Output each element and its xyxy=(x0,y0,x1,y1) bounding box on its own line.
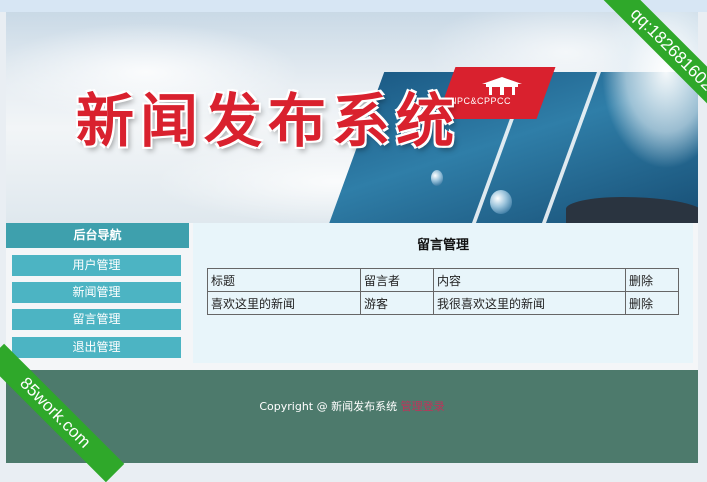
gate-icon xyxy=(482,77,522,95)
column-header-author: 留言者 xyxy=(360,268,434,292)
nav-item-user-management[interactable]: 用户管理 xyxy=(12,255,181,276)
column-header-title: 标题 xyxy=(207,268,361,292)
copyright-text: Copyright @ 新闻发布系统 xyxy=(259,400,398,413)
page-title: 留言管理 xyxy=(416,238,469,253)
sidebar-heading: 后台导航 xyxy=(6,223,189,248)
footer-line: Copyright @ 新闻发布系统 管理登录 xyxy=(6,398,698,414)
nav-item-message-management[interactable]: 留言管理 xyxy=(12,309,181,330)
cell-author: 游客 xyxy=(360,291,434,315)
top-strip xyxy=(0,0,707,12)
site-title: 新闻发布系统 xyxy=(76,87,461,155)
nav-item-news-management[interactable]: 新闻管理 xyxy=(12,282,181,303)
cell-content: 我很喜欢这里的新闻 xyxy=(433,291,626,315)
table-header-row: 标题 留言者 内容 删除 xyxy=(207,268,679,292)
nav-item-logout[interactable]: 退出管理 xyxy=(12,337,181,358)
message-table: 标题 留言者 内容 删除 喜欢这里的新闻 游客 我很喜欢这里的新闻 删除 xyxy=(207,268,679,315)
delete-link[interactable]: 删除 xyxy=(625,291,679,315)
sidebar: 后台导航 用户管理 新闻管理 留言管理 退出管理 xyxy=(6,223,189,363)
column-header-content: 内容 xyxy=(433,268,626,292)
main-content: 留言管理 标题 留言者 内容 删除 喜欢这里的新闻 游客 我很喜欢这里的新闻 删… xyxy=(193,223,693,363)
cell-title: 喜欢这里的新闻 xyxy=(207,291,361,315)
column-header-delete: 删除 xyxy=(625,268,679,292)
table-row: 喜欢这里的新闻 游客 我很喜欢这里的新闻 删除 xyxy=(207,291,679,315)
water-drop xyxy=(490,190,512,214)
water-drop xyxy=(431,170,443,186)
admin-login-link[interactable]: 管理登录 xyxy=(401,400,445,413)
banner-rock xyxy=(566,197,698,223)
header-banner: NPC&CPPCC 新闻发布系统 xyxy=(6,12,698,223)
